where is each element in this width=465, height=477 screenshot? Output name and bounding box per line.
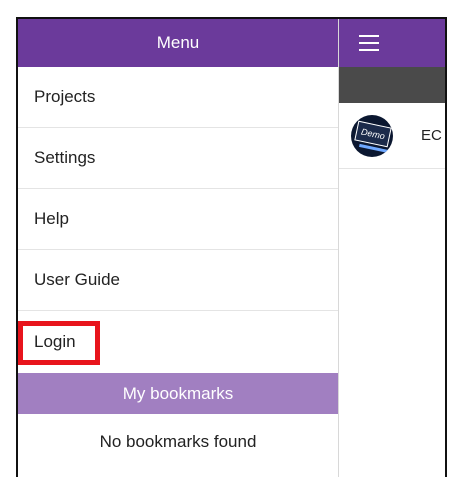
project-name: EC [421, 127, 442, 144]
menu-title: Menu [156, 33, 200, 52]
menu-item-help[interactable]: Help [18, 189, 338, 250]
project-list-item[interactable]: Demo EC [339, 103, 445, 169]
menu-item-label: Help [34, 209, 69, 228]
bookmarks-header: My bookmarks [18, 373, 338, 414]
bookmarks-empty-text: No bookmarks found [99, 431, 257, 451]
side-menu: Menu Projects Settings Help User Guide L… [18, 19, 339, 477]
app-frame: Menu Projects Settings Help User Guide L… [16, 17, 447, 477]
highlight-box [18, 321, 100, 365]
menu-item-login[interactable]: Login [18, 311, 338, 373]
menu-item-label: Settings [34, 148, 96, 167]
main-content: Demo EC [339, 19, 445, 477]
menu-item-label: User Guide [34, 270, 120, 289]
menu-header: Menu [18, 19, 338, 67]
hamburger-menu-icon[interactable] [359, 35, 379, 51]
menu-item-settings[interactable]: Settings [18, 128, 338, 189]
menu-item-user-guide[interactable]: User Guide [18, 250, 338, 311]
main-subbar [339, 67, 445, 103]
bookmarks-title: My bookmarks [122, 383, 234, 403]
avatar-text: Demo [354, 120, 392, 147]
project-avatar: Demo [351, 114, 393, 157]
bookmarks-empty-message: No bookmarks found [18, 414, 338, 469]
menu-item-projects[interactable]: Projects [18, 67, 338, 128]
menu-item-label: Projects [34, 87, 96, 106]
main-header [339, 19, 445, 67]
